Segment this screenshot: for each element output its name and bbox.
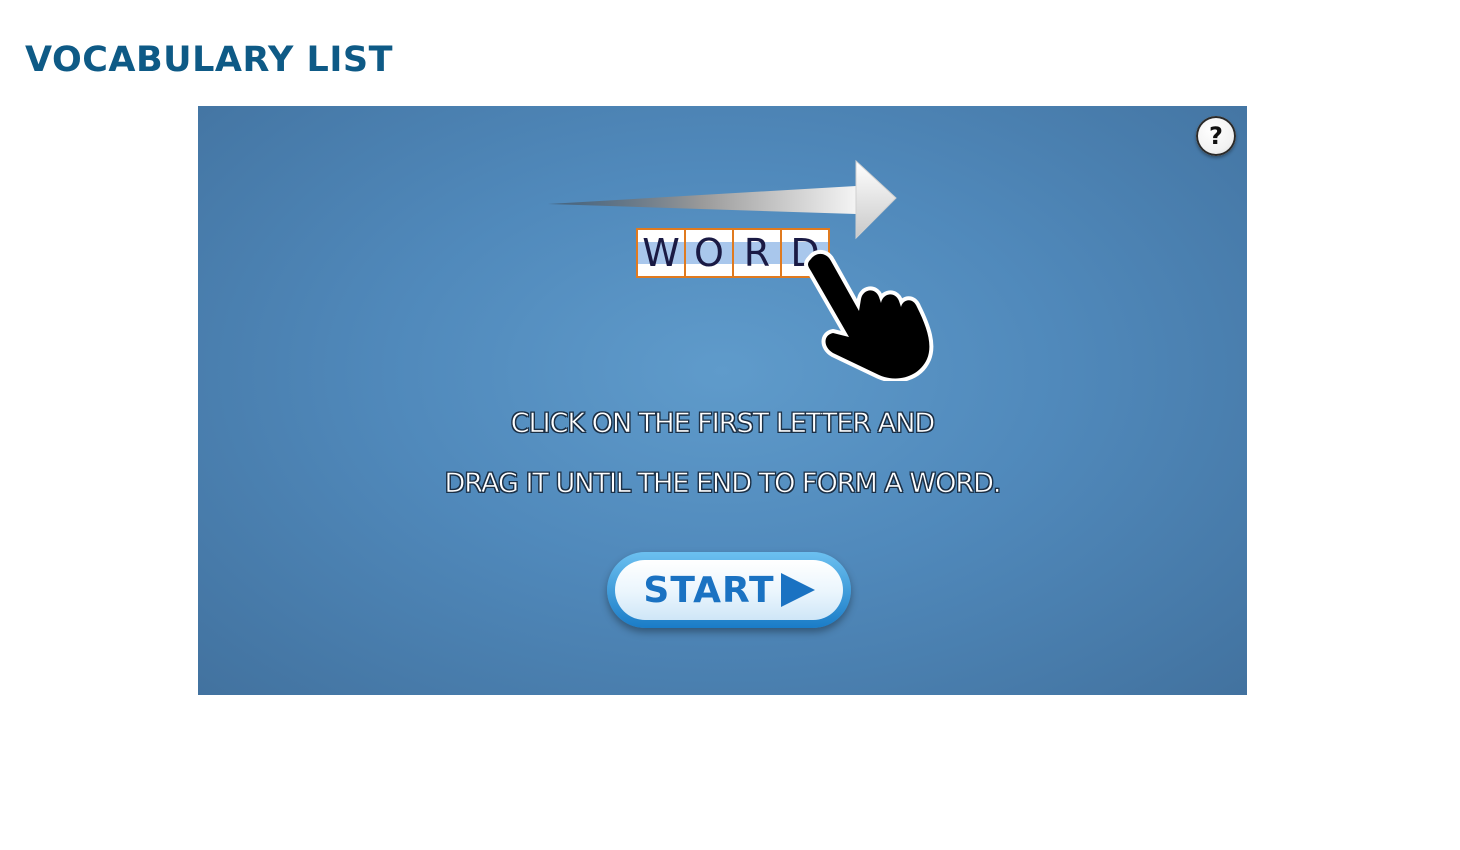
game-stage[interactable]: ? W O R D CLICK ON THE FIRST LETTER AND … [198,106,1247,695]
page-title: VOCABULARY LIST [25,40,393,80]
letter-box: W [638,230,686,276]
instruction-line-1: CLICK ON THE FIRST LETTER AND [510,408,935,440]
letter-box: R [734,230,782,276]
pointing-hand-icon [804,250,934,381]
start-button-face: START [615,560,843,620]
drag-demo-illustration: W O R D [538,156,958,386]
letter-box: O [686,230,734,276]
start-label: START [643,569,775,611]
question-mark-icon: ? [1209,122,1223,150]
play-arrow-icon [780,573,815,607]
help-button[interactable]: ? [1196,116,1236,156]
start-button[interactable]: START [607,552,851,628]
instruction-line-2: DRAG IT UNTIL THE END TO FORM A WORD. [444,468,1002,500]
